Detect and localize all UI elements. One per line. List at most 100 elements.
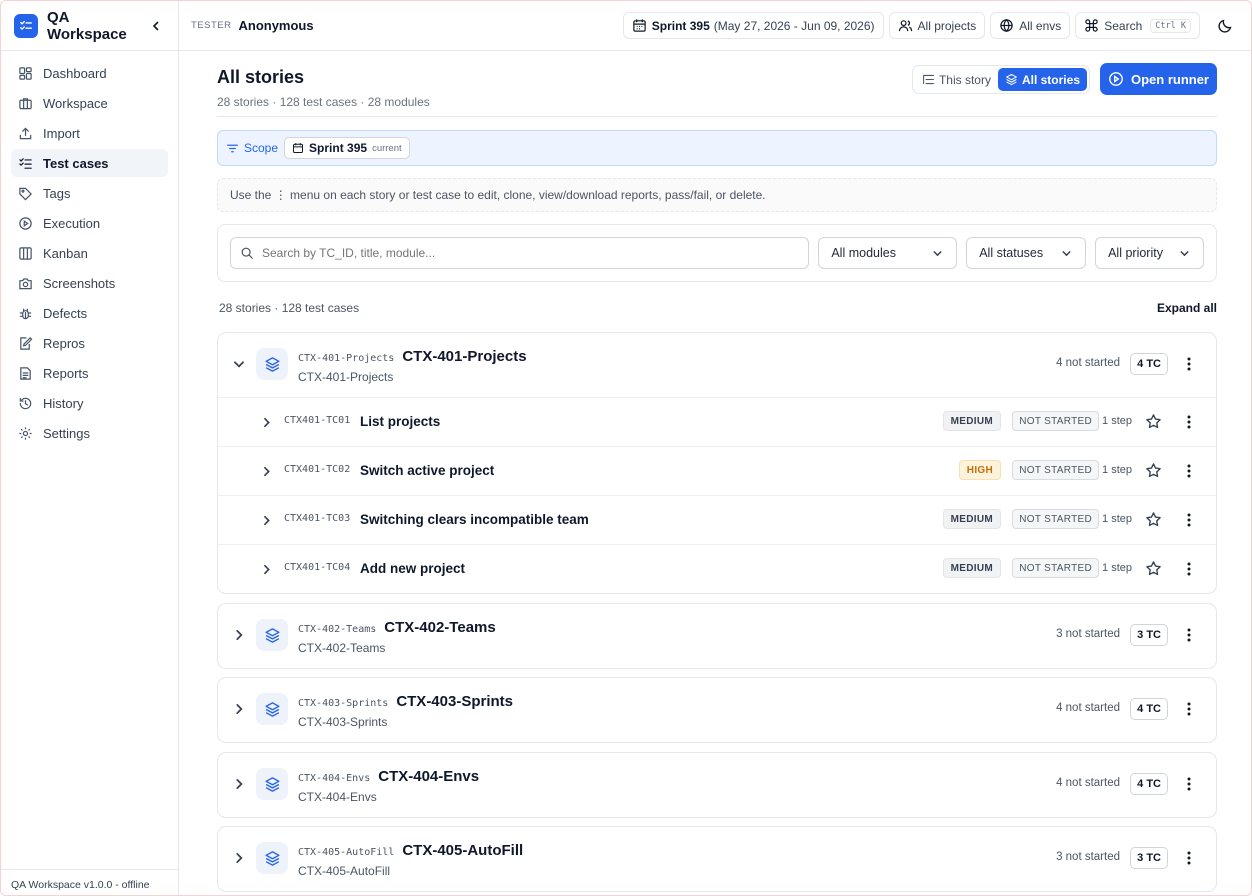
story-card: CTX-401-Projects CTX-401-Projects CTX-401… bbox=[217, 332, 1217, 594]
chevron-right-icon[interactable] bbox=[260, 416, 273, 429]
chevron-right-icon[interactable] bbox=[232, 777, 246, 791]
sidebar-item-import[interactable]: Import bbox=[11, 119, 168, 147]
test-case-row[interactable]: CTX401-TC04 Add new project MEDIUM NOT S… bbox=[218, 544, 1216, 593]
story-title: CTX-402-Teams bbox=[384, 619, 496, 636]
story-code: CTX-403-Sprints CTX-403-Sprints bbox=[298, 693, 513, 710]
briefcase-icon bbox=[19, 97, 32, 109]
chevron-right-icon[interactable] bbox=[232, 851, 246, 865]
sprint-selector[interactable]: Sprint 395 (May 27, 2026 - Jun 09, 2026) bbox=[622, 12, 884, 39]
star-icon[interactable] bbox=[1145, 560, 1162, 577]
story-menu-button[interactable] bbox=[1182, 356, 1196, 372]
story-code: CTX-401-Projects CTX-401-Projects bbox=[298, 348, 527, 365]
test-case-id: CTX401-TC03 bbox=[284, 513, 351, 524]
chevron-down-icon bbox=[1062, 250, 1071, 256]
collapse-sidebar-button[interactable] bbox=[147, 17, 165, 35]
test-case-title[interactable]: Add new project bbox=[360, 561, 465, 576]
story-menu-button[interactable] bbox=[1182, 701, 1196, 717]
story-menu-button[interactable] bbox=[1182, 850, 1196, 866]
test-case-row[interactable]: CTX401-TC02 Switch active project HIGH N… bbox=[218, 446, 1216, 495]
story-code: CTX-405-AutoFill CTX-405-AutoFill bbox=[298, 842, 523, 859]
test-case-title[interactable]: List projects bbox=[360, 414, 440, 429]
sidebar-item-reports[interactable]: Reports bbox=[11, 359, 168, 387]
chevron-down-icon[interactable] bbox=[232, 357, 246, 371]
list-tree-icon bbox=[923, 74, 934, 85]
sidebar-item-settings[interactable]: Settings bbox=[11, 419, 168, 447]
open-runner-label: Open runner bbox=[1130, 71, 1209, 87]
layers-icon bbox=[256, 693, 288, 725]
story-menu-button[interactable] bbox=[1182, 627, 1196, 643]
story-header[interactable]: CTX-403-Sprints CTX-403-Sprints CTX-403-S… bbox=[218, 678, 1216, 742]
sprint-name: Sprint 395 bbox=[651, 18, 710, 33]
story-header[interactable]: CTX-405-AutoFill CTX-405-AutoFill CTX-405… bbox=[218, 827, 1216, 891]
story-menu-button[interactable] bbox=[1182, 776, 1196, 792]
sidebar-item-workspace[interactable]: Workspace bbox=[11, 89, 168, 117]
test-case-title[interactable]: Switch active project bbox=[360, 463, 494, 478]
kebab-icon bbox=[1187, 513, 1191, 527]
story-code: CTX-402-Teams CTX-402-Teams bbox=[298, 619, 496, 636]
hint-text-before: Use the bbox=[230, 188, 275, 202]
star-icon[interactable] bbox=[1145, 462, 1162, 479]
search-box bbox=[230, 237, 810, 269]
all-stories-button[interactable]: All stories bbox=[997, 68, 1087, 91]
sidebar-item-execution[interactable]: Execution bbox=[11, 209, 168, 237]
scope-label-text: Scope bbox=[244, 141, 279, 155]
sidebar-item-kanban[interactable]: Kanban bbox=[11, 239, 168, 267]
test-case-id: CTX401-TC02 bbox=[284, 464, 351, 475]
story-title: CTX-405-AutoFill bbox=[402, 842, 524, 859]
chevron-right-icon[interactable] bbox=[260, 514, 273, 527]
kebab-glyph: ⋮ bbox=[274, 188, 287, 202]
sidebar-item-test-cases[interactable]: Test cases bbox=[11, 149, 168, 177]
sidebar-item-tags[interactable]: Tags bbox=[11, 179, 168, 207]
story-card: CTX-402-Teams CTX-402-Teams CTX-402-Teams… bbox=[217, 603, 1217, 669]
scope-sprint-chip[interactable]: Sprint 395 current bbox=[284, 137, 410, 159]
this-story-button[interactable]: This story bbox=[915, 68, 998, 91]
sidebar-item-dashboard[interactable]: Dashboard bbox=[11, 59, 168, 87]
status-badge: NOT STARTED bbox=[1012, 460, 1099, 480]
chevron-right-icon[interactable] bbox=[260, 563, 273, 576]
star-icon[interactable] bbox=[1145, 511, 1162, 528]
test-case-row[interactable]: CTX401-TC01 List projects MEDIUM NOT STA… bbox=[218, 397, 1216, 446]
priority-badge: HIGH bbox=[958, 460, 1001, 480]
statuses-dropdown[interactable]: All statuses bbox=[966, 237, 1087, 269]
story-module: CTX-402-Teams bbox=[298, 641, 386, 655]
users-icon bbox=[898, 20, 912, 32]
test-case-menu-button[interactable] bbox=[1182, 512, 1196, 528]
chevron-right-icon[interactable] bbox=[260, 465, 273, 478]
open-runner-button[interactable]: Open runner bbox=[1100, 63, 1217, 95]
test-case-row[interactable]: CTX401-TC03 Switching clears incompatibl… bbox=[218, 495, 1216, 544]
chevron-right-icon[interactable] bbox=[232, 628, 246, 642]
dashboard-icon bbox=[19, 66, 32, 80]
test-case-menu-button[interactable] bbox=[1182, 463, 1196, 479]
projects-selector[interactable]: All projects bbox=[888, 12, 986, 39]
test-case-menu-button[interactable] bbox=[1182, 561, 1196, 577]
search-input[interactable] bbox=[262, 246, 800, 260]
chevron-right-icon[interactable] bbox=[232, 702, 246, 716]
tc-count-badge: 4 TC bbox=[1130, 353, 1168, 375]
priority-badge: MEDIUM bbox=[942, 509, 1001, 529]
topbar: TESTER Anonymous Sprint 395 (May 27, 202… bbox=[179, 1, 1251, 51]
sidebar-item-defects[interactable]: Defects bbox=[11, 299, 168, 327]
sidebar-item-screenshots[interactable]: Screenshots bbox=[11, 269, 168, 297]
app-window: QA Workspace Dashboard Workspace Import … bbox=[0, 0, 1252, 896]
sidebar-item-label: Import bbox=[43, 125, 80, 141]
layers-icon bbox=[256, 842, 288, 874]
story-header[interactable]: CTX-404-Envs CTX-404-Envs CTX-404-Envs 4 … bbox=[218, 753, 1216, 817]
status-badge: NOT STARTED bbox=[1012, 558, 1099, 578]
layers-icon bbox=[1006, 73, 1017, 86]
test-case-title[interactable]: Switching clears incompatible team bbox=[360, 512, 589, 527]
story-status: 3 not started bbox=[1056, 851, 1120, 863]
test-case-menu-button[interactable] bbox=[1182, 414, 1196, 430]
modules-dropdown[interactable]: All modules bbox=[818, 237, 958, 269]
story-header[interactable]: CTX-401-Projects CTX-401-Projects CTX-401… bbox=[218, 333, 1216, 397]
story-header[interactable]: CTX-402-Teams CTX-402-Teams CTX-402-Teams… bbox=[218, 604, 1216, 668]
theme-toggle-button[interactable] bbox=[1211, 12, 1239, 40]
sidebar-item-repros[interactable]: Repros bbox=[11, 329, 168, 357]
priority-dropdown[interactable]: All priority bbox=[1095, 237, 1204, 269]
tag-icon bbox=[19, 187, 32, 200]
sidebar-item-history[interactable]: History bbox=[11, 389, 168, 417]
envs-selector[interactable]: All envs bbox=[990, 12, 1071, 39]
search-button[interactable]: Search Ctrl K bbox=[1075, 12, 1200, 39]
expand-all-button[interactable]: Expand all bbox=[1157, 301, 1217, 315]
status-badge: NOT STARTED bbox=[1012, 509, 1099, 529]
star-icon[interactable] bbox=[1145, 413, 1162, 430]
